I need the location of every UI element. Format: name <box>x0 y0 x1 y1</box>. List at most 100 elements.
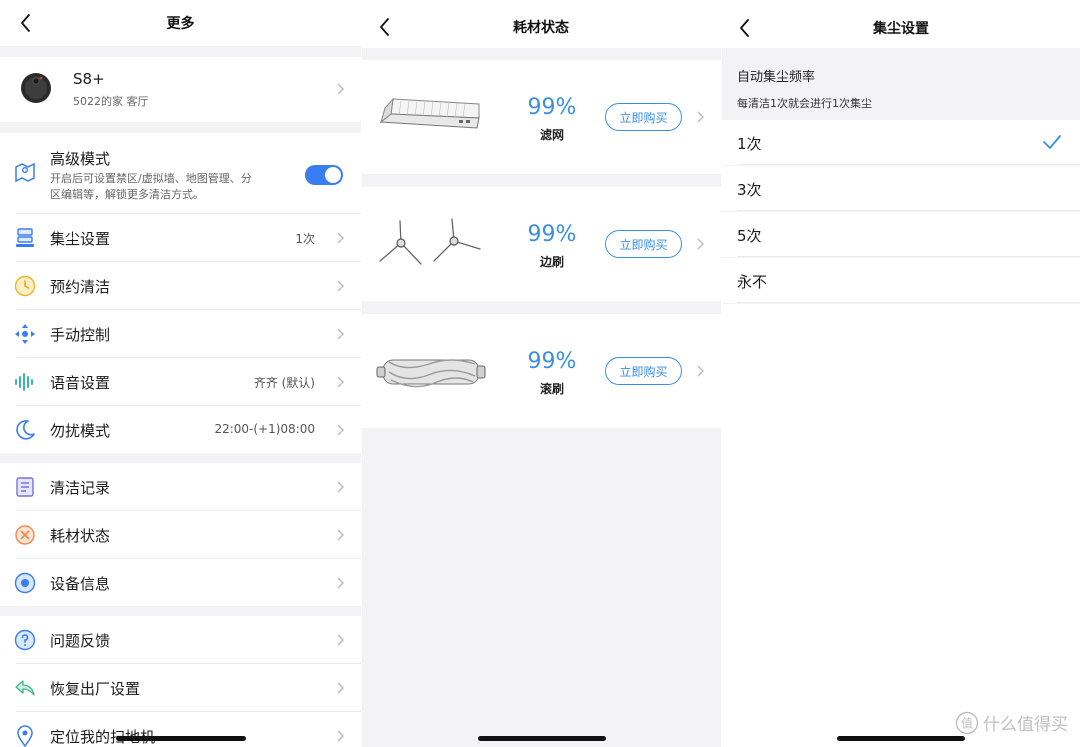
map-icon <box>15 162 35 183</box>
page-title: 更多 <box>166 16 195 32</box>
toggle-knob <box>325 167 341 183</box>
menu-item-consumables[interactable]: 耗材状态 <box>0 511 361 558</box>
chevron-right-icon <box>337 280 344 292</box>
location-pin-icon <box>17 725 33 747</box>
document-icon <box>16 477 34 497</box>
device-name: S8+ <box>73 70 105 88</box>
menu-item-feedback[interactable]: 问题反馈 <box>0 616 361 663</box>
side-brush-icon <box>379 218 481 265</box>
buy-now-button[interactable]: 立即购买 <box>605 103 682 131</box>
watermark: 值 什么值得买 <box>955 710 1068 735</box>
menu-item-label: 语音设置 <box>50 374 111 392</box>
option-label: 永不 <box>737 273 768 291</box>
watermark-logo-icon: 值 <box>955 711 979 734</box>
frequency-option-5[interactable]: 5次 <box>722 212 1080 257</box>
checkmark-icon <box>1043 135 1061 149</box>
option-label: 3次 <box>737 181 762 199</box>
advanced-mode-toggle[interactable] <box>305 165 343 185</box>
menu-item-label: 恢复出厂设置 <box>50 680 141 698</box>
section-title: 自动集尘频率 <box>737 70 816 85</box>
menu-item-label: 耗材状态 <box>50 527 111 545</box>
chevron-right-icon <box>337 577 344 589</box>
svg-text:值: 值 <box>961 715 973 730</box>
advanced-mode-label: 高级模式 <box>50 150 111 168</box>
robot-vacuum-icon <box>21 73 51 103</box>
consumables-icon <box>15 525 35 545</box>
menu-item-dust-settings[interactable]: 集尘设置 1次 <box>0 214 361 261</box>
settings-group-support: 问题反馈 恢复出厂设置 定位我的扫地机 <box>0 616 361 747</box>
menu-item-label: 问题反馈 <box>50 632 111 650</box>
menu-item-label: 勿扰模式 <box>50 422 111 440</box>
menu-item-label: 设备信息 <box>50 575 111 593</box>
section-description: 每清洁1次就会进行1次集尘 <box>737 97 872 110</box>
sound-wave-icon <box>15 373 33 391</box>
settings-group-info: 清洁记录 耗材状态 设备信息 <box>0 463 361 606</box>
home-indicator[interactable] <box>837 736 965 741</box>
menu-item-do-not-disturb[interactable]: 勿扰模式 22:00-(+1)08:00 <box>0 406 361 453</box>
chevron-right-icon <box>337 634 344 646</box>
device-location: 5022的家 客厅 <box>73 95 149 108</box>
chevron-right-icon <box>337 328 344 340</box>
consumable-percent: 99% <box>527 95 577 120</box>
menu-item-label: 预约清洁 <box>50 278 111 296</box>
chevron-right-icon <box>337 232 344 244</box>
consumables-nav-bar: 耗材状态 <box>361 0 721 48</box>
menu-item-manual-control[interactable]: 手动控制 <box>0 310 361 357</box>
option-label: 1次 <box>737 135 762 153</box>
filter-icon <box>379 97 480 129</box>
dust-station-icon <box>16 228 34 247</box>
chevron-right-icon <box>337 481 344 493</box>
buy-now-button[interactable]: 立即购买 <box>605 357 682 385</box>
consumables-panel: 耗材状态 99% 滤网 立即购买 99% 边刷 立即购买 99% 滚刷 立即购买 <box>361 0 721 747</box>
frequency-option-never[interactable]: 永不 <box>722 258 1080 303</box>
frequency-option-1[interactable]: 1次 <box>722 120 1080 165</box>
chevron-right-icon <box>337 682 344 694</box>
menu-item-label: 手动控制 <box>50 326 111 344</box>
menu-item-voice-settings[interactable]: 语音设置 齐齐 (默认) <box>0 358 361 405</box>
clock-icon <box>14 275 36 297</box>
chevron-right-icon <box>697 111 704 123</box>
menu-item-clean-records[interactable]: 清洁记录 <box>0 463 361 510</box>
option-label: 5次 <box>737 227 762 245</box>
chevron-right-icon <box>697 238 704 250</box>
home-indicator[interactable] <box>478 736 606 741</box>
menu-item-schedule[interactable]: 预约清洁 <box>0 262 361 309</box>
chevron-right-icon <box>337 424 344 436</box>
consumable-name: 滤网 <box>539 128 564 142</box>
more-panel: 更多 S8+ 5022的家 客厅 高级模式 开启后可设置禁区/虚拟墙、地图管理、… <box>0 0 361 747</box>
consumable-item-roller-brush[interactable]: 99% 滚刷 立即购买 <box>361 314 721 428</box>
page-title: 耗材状态 <box>513 20 569 36</box>
consumable-name: 滚刷 <box>539 382 564 396</box>
direction-pad-icon <box>15 324 35 344</box>
menu-item-label: 清洁记录 <box>50 479 111 497</box>
menu-item-label: 集尘设置 <box>50 230 111 248</box>
chevron-right-icon <box>697 365 704 377</box>
chevron-right-icon <box>337 376 344 388</box>
consumable-percent: 99% <box>527 349 577 374</box>
chevron-right-icon <box>337 730 344 742</box>
advanced-mode-desc-2: 区编辑等，解锁更多清洁方式。 <box>50 188 204 201</box>
device-card[interactable]: S8+ 5022的家 客厅 <box>0 57 361 122</box>
home-indicator[interactable] <box>116 736 246 741</box>
watermark-text: 什么值得买 <box>983 715 1068 735</box>
menu-item-device-info[interactable]: 设备信息 <box>0 559 361 606</box>
advanced-mode-desc-1: 开启后可设置禁区/虚拟墙、地图管理、分 <box>50 172 252 185</box>
moon-icon <box>16 420 35 440</box>
chevron-right-icon <box>337 529 344 541</box>
chevron-right-icon <box>337 83 344 95</box>
frequency-option-3[interactable]: 3次 <box>722 166 1080 211</box>
consumable-item-filter[interactable]: 99% 滤网 立即购买 <box>361 60 721 174</box>
empty-area <box>722 304 1080 747</box>
menu-item-locate-robot[interactable]: 定位我的扫地机 <box>0 712 361 747</box>
consumable-percent: 99% <box>527 222 577 247</box>
consumable-item-side-brush[interactable]: 99% 边刷 立即购买 <box>361 187 721 301</box>
dust-settings-panel: 集尘设置 自动集尘频率 每清洁1次就会进行1次集尘 1次 3次 5次 永不 值 … <box>722 0 1080 747</box>
menu-item-value: 22:00-(+1)08:00 <box>214 422 315 436</box>
buy-now-button[interactable]: 立即购买 <box>605 230 682 258</box>
menu-item-factory-reset[interactable]: 恢复出厂设置 <box>0 664 361 711</box>
question-icon <box>14 629 36 651</box>
menu-item-value: 1次 <box>295 232 315 246</box>
roller-brush-icon <box>376 359 486 388</box>
dust-nav-bar: 集尘设置 <box>722 0 1080 48</box>
consumable-name: 边刷 <box>539 255 564 269</box>
